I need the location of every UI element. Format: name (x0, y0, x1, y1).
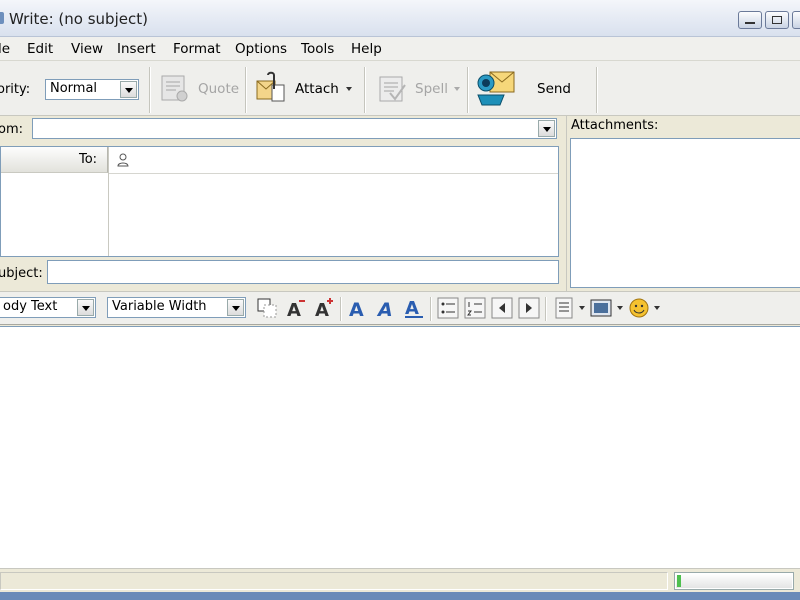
minimize-icon (745, 22, 755, 24)
text-color-icon[interactable] (256, 297, 278, 319)
attach-label: Attach (295, 81, 339, 97)
close-button[interactable] (792, 11, 800, 29)
priority-select[interactable]: Normal (45, 79, 139, 100)
bullet-list-icon[interactable] (437, 297, 459, 319)
maximize-icon (772, 16, 782, 24)
spell-button[interactable]: Spell (376, 69, 462, 109)
app-icon[interactable] (0, 12, 4, 24)
attach-button[interactable]: Attach (254, 69, 354, 109)
recipient-column-divider (108, 147, 109, 256)
menu-file[interactable]: le (0, 41, 10, 57)
progress-bar (674, 572, 794, 590)
align-dropdown-icon[interactable] (579, 306, 585, 310)
attach-dropdown-icon[interactable] (346, 87, 352, 91)
paragraph-style-select[interactable]: ody Text (0, 297, 96, 318)
chevron-down-icon (120, 81, 137, 98)
progress-track (676, 574, 792, 588)
outdent-icon[interactable] (491, 297, 513, 319)
menu-insert[interactable]: Insert (117, 41, 156, 57)
title-bar: Write: (no subject) (0, 0, 800, 37)
underline-icon[interactable]: A (403, 297, 425, 319)
menu-edit[interactable]: Edit (27, 41, 53, 57)
insert-image-icon[interactable] (590, 297, 612, 319)
from-label: om: (0, 122, 23, 137)
format-separator (430, 297, 432, 321)
window-title: Write: (no subject) (9, 10, 148, 28)
toolbar-separator (364, 67, 366, 113)
toolbar-separator (596, 67, 598, 113)
chevron-down-icon (538, 120, 555, 137)
status-text (0, 572, 668, 590)
spell-check-icon (379, 76, 406, 102)
send-label: Send (537, 81, 572, 97)
menu-view[interactable]: View (71, 41, 103, 57)
chevron-down-icon (227, 299, 244, 316)
italic-icon[interactable]: A (375, 297, 397, 319)
toolbar-separator (149, 67, 151, 113)
menu-options[interactable]: Options (235, 41, 287, 57)
priority-value: Normal (50, 81, 98, 96)
attachments-list[interactable] (570, 138, 800, 288)
to-input[interactable] (135, 151, 555, 169)
indent-icon[interactable] (518, 297, 540, 319)
quote-label: Quote (198, 81, 240, 97)
toolbar-separator (467, 67, 469, 113)
paperclip-icon (256, 71, 285, 102)
menu-format[interactable]: Format (173, 41, 221, 57)
priority-label: ority: (0, 82, 31, 97)
bold-icon[interactable]: A (347, 297, 369, 319)
subject-input[interactable] (47, 260, 559, 284)
status-bar (0, 568, 800, 592)
menu-tools[interactable]: Tools (301, 41, 334, 57)
menu-help[interactable]: Help (351, 41, 382, 57)
font-select[interactable]: Variable Width (107, 297, 246, 318)
format-toolbar: ody Text Variable Width A A A A A (0, 291, 800, 325)
attachments-label: Attachments: (571, 118, 659, 133)
subject-label: ubject: (0, 266, 43, 281)
paragraph-style-value: ody Text (3, 299, 58, 314)
message-body-editor[interactable] (0, 326, 800, 568)
from-select[interactable] (32, 118, 557, 139)
send-icon (477, 71, 515, 106)
insert-dropdown-icon[interactable] (617, 306, 623, 310)
smiley-dropdown-icon[interactable] (654, 306, 660, 310)
smiley-icon[interactable] (628, 297, 650, 319)
quote-icon (161, 75, 188, 102)
recipient-row-divider (109, 173, 558, 174)
numbered-list-icon[interactable] (464, 297, 486, 319)
spell-dropdown-icon[interactable] (454, 87, 460, 91)
to-label: To: (79, 152, 98, 167)
font-size-larger-icon[interactable]: A (313, 297, 335, 319)
svg-text:A: A (315, 300, 329, 319)
svg-text:A: A (349, 299, 364, 319)
recipient-type-select[interactable]: To: (1, 147, 108, 173)
align-icon[interactable] (553, 297, 575, 319)
font-size-smaller-icon[interactable]: A (285, 297, 307, 319)
svg-text:A: A (405, 298, 419, 319)
address-book-icon (117, 153, 129, 167)
chevron-down-icon (77, 299, 94, 316)
minimize-button[interactable] (738, 11, 762, 29)
taskbar-edge (0, 592, 800, 600)
format-separator (545, 297, 547, 321)
quote-button[interactable]: Quote (158, 69, 240, 109)
spell-label: Spell (415, 81, 448, 97)
send-button[interactable]: Send (476, 67, 576, 107)
maximize-button[interactable] (765, 11, 789, 29)
recipients-list: To: (0, 146, 559, 257)
format-separator (340, 297, 342, 321)
font-value: Variable Width (112, 299, 207, 314)
svg-text:A: A (376, 299, 393, 319)
svg-text:A: A (287, 300, 301, 319)
toolbar-separator (245, 67, 247, 113)
menu-bar: le Edit View Insert Format Options Tools… (0, 37, 800, 61)
attachments-pane: Attachments: (566, 116, 800, 291)
progress-fill (677, 575, 681, 587)
compose-toolbar: ority: Normal Quote Attach Spell Send (0, 61, 800, 116)
